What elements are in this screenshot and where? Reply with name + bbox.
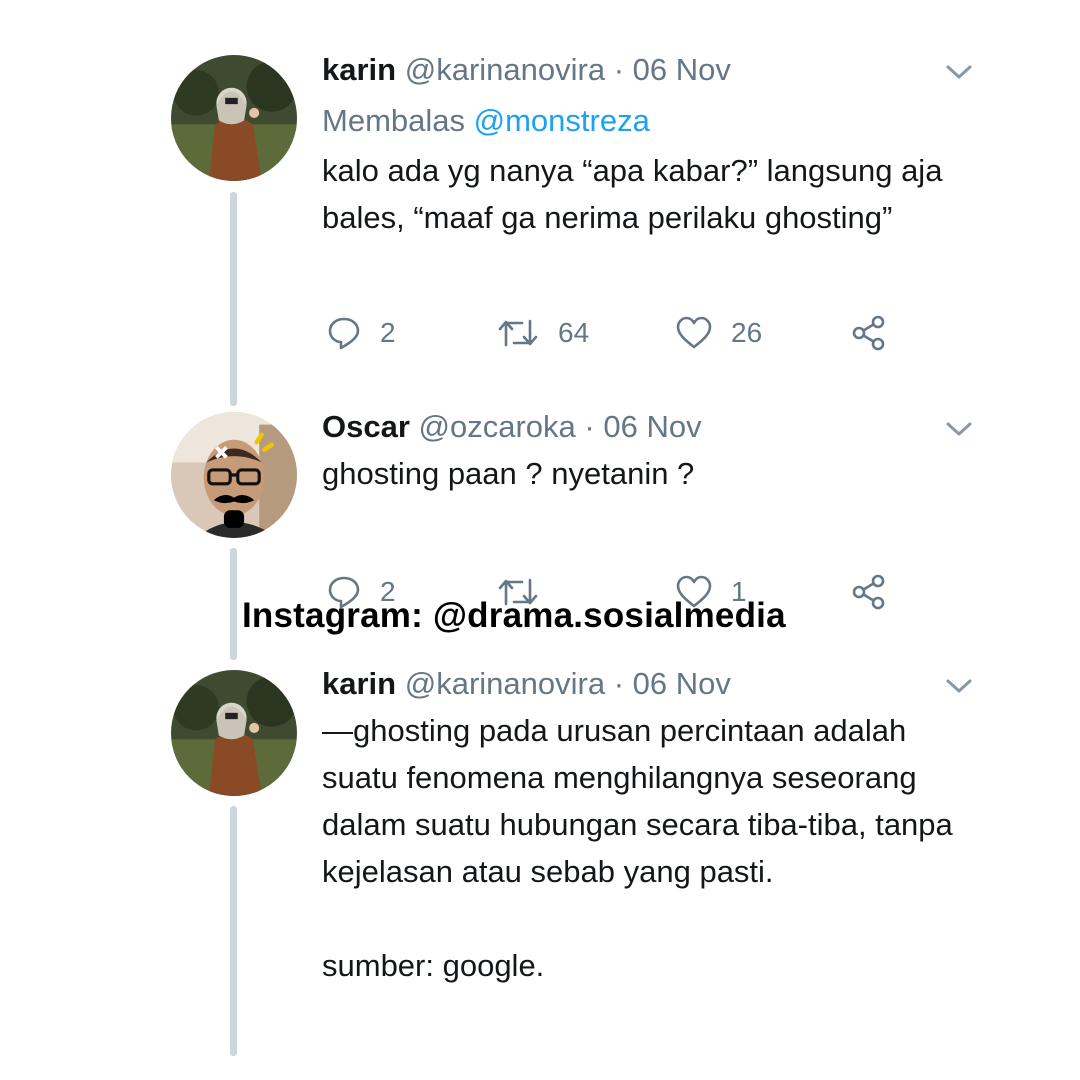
- username[interactable]: @ozcaroka: [419, 409, 576, 444]
- share-icon: [852, 574, 885, 610]
- tweet-header: karin @karinanovira · 06 Nov: [322, 50, 731, 90]
- reply-count: 2: [380, 317, 396, 348]
- like-button[interactable]: 26: [675, 313, 762, 353]
- retweet-button[interactable]: 64: [496, 313, 589, 353]
- thread-line: [230, 806, 237, 1056]
- chevron-down-icon[interactable]: [944, 417, 974, 441]
- retweet-count: 64: [558, 317, 590, 348]
- share-button[interactable]: [850, 313, 888, 353]
- display-name[interactable]: Oscar: [322, 409, 410, 444]
- retweet-icon: [498, 319, 538, 347]
- heart-icon: [676, 316, 712, 349]
- reply-button[interactable]: 2: [326, 313, 396, 353]
- display-name[interactable]: karin: [322, 52, 396, 87]
- timestamp[interactable]: · 06 Nov: [584, 409, 701, 444]
- chevron-down-icon[interactable]: [944, 674, 974, 698]
- display-name[interactable]: karin: [322, 666, 396, 701]
- thread-line: [230, 548, 237, 660]
- avatar[interactable]: [171, 670, 297, 796]
- username[interactable]: @karinanovira: [405, 666, 605, 701]
- reply-icon: [328, 317, 360, 350]
- like-count: 26: [731, 317, 763, 348]
- tweet-header: karin @karinanovira · 06 Nov: [322, 664, 731, 704]
- tweet-text: ghosting paan ? nyetanin ?: [322, 456, 695, 491]
- reply-prefix: Membalas: [322, 103, 465, 138]
- tweet-header: Oscar @ozcaroka · 06 Nov: [322, 407, 702, 447]
- timestamp[interactable]: · 06 Nov: [614, 666, 731, 701]
- chevron-down-icon[interactable]: [944, 60, 974, 84]
- reply-mention-link[interactable]: @monstreza: [474, 103, 650, 138]
- avatar[interactable]: [171, 412, 297, 538]
- share-button[interactable]: [850, 572, 888, 612]
- share-icon: [852, 315, 885, 351]
- timestamp[interactable]: · 06 Nov: [614, 52, 731, 87]
- thread-line: [230, 192, 237, 406]
- watermark-text: Instagram: @drama.sosialmedia: [242, 596, 786, 635]
- reply-context: Membalas @monstreza: [322, 101, 650, 141]
- tweet-text: kalo ada yg nanya “apa kabar?” langsung …: [322, 153, 943, 235]
- username[interactable]: @karinanovira: [405, 52, 605, 87]
- tweet-text: —ghosting pada urusan percintaan adalah …: [322, 713, 953, 983]
- avatar[interactable]: [171, 55, 297, 181]
